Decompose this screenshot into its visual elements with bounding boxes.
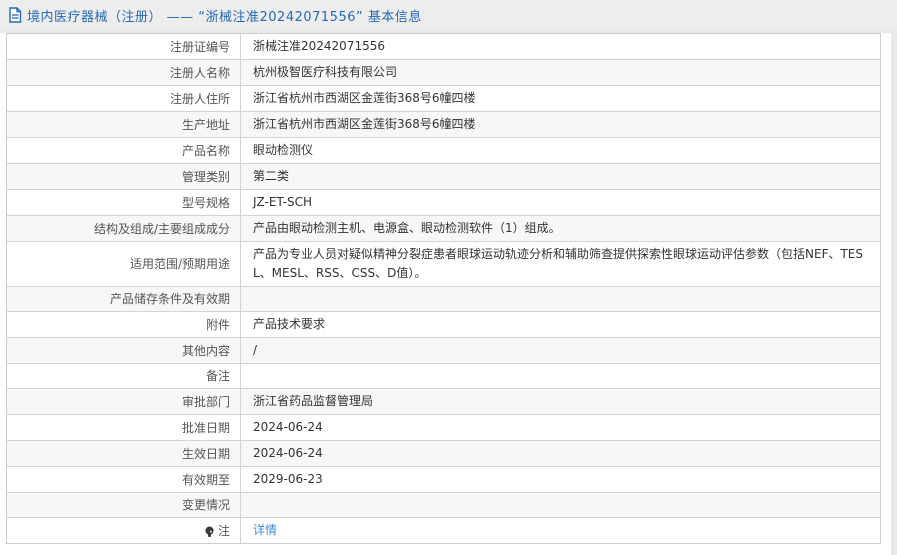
- row-label: 适用范围/预期用途: [7, 242, 241, 286]
- table-row: 适用范围/预期用途 产品为专业人员对疑似精神分裂症患者眼球运动轨迹分析和辅助筛查提…: [7, 242, 880, 287]
- table-row: 其他内容 /: [7, 338, 880, 364]
- row-label: 生效日期: [7, 441, 241, 466]
- row-label-text: 其他内容: [181, 343, 230, 358]
- row-value-text: 2024-06-24: [253, 420, 323, 434]
- row-label-text: 审批部门: [181, 394, 230, 409]
- table-row: 批准日期 2024-06-24: [7, 415, 880, 441]
- row-label: 型号规格: [7, 190, 241, 215]
- row-label: 审批部门: [7, 389, 241, 414]
- row-value-text: 第二类: [253, 169, 290, 183]
- table-row: 审批部门 浙江省药品监督管理局: [7, 389, 880, 415]
- row-label: 结构及组成/主要组成成分: [7, 216, 241, 241]
- row-label: 备注: [7, 364, 241, 388]
- row-value: 产品为专业人员对疑似精神分裂症患者眼球运动轨迹分析和辅助筛查提供探索性眼球运动评…: [241, 242, 880, 286]
- page-title: 境内医疗器械（注册） —— “浙械注准20242071556” 基本信息: [27, 9, 422, 25]
- row-label-text: 生效日期: [181, 446, 230, 461]
- table-row: 注 详情: [7, 518, 880, 543]
- row-value: 详情: [241, 518, 880, 543]
- row-label-text: 生产地址: [181, 117, 230, 132]
- row-value: 第二类: [241, 164, 880, 189]
- row-label-text: 注册证编号: [169, 39, 230, 54]
- table-row: 管理类别 第二类: [7, 164, 880, 190]
- row-label: 生产地址: [7, 112, 241, 137]
- row-value: 杭州极智医疗科技有限公司: [241, 60, 880, 85]
- row-value-text: 浙械注准20242071556: [253, 39, 385, 53]
- table-row: 产品储存条件及有效期: [7, 287, 880, 312]
- row-value: 2024-06-24: [241, 415, 880, 440]
- row-value: 浙江省药品监督管理局: [241, 389, 880, 414]
- row-value: 2024-06-24: [241, 441, 880, 466]
- row-value: 浙江省杭州市西湖区金莲街368号6幢四楼: [241, 112, 880, 137]
- bulb-icon: [204, 526, 215, 538]
- title-bar: 境内医疗器械（注册） —— “浙械注准20242071556” 基本信息: [0, 0, 897, 30]
- row-label: 其他内容: [7, 338, 241, 363]
- row-label: 附件: [7, 312, 241, 337]
- row-label: 产品名称: [7, 138, 241, 163]
- row-value-text: 杭州极智医疗科技有限公司: [253, 65, 398, 79]
- table-row: 注册人住所 浙江省杭州市西湖区金莲街368号6幢四楼: [7, 86, 880, 112]
- row-label: 有效期至: [7, 467, 241, 492]
- row-label-text: 注册人名称: [169, 65, 230, 80]
- row-value: [241, 287, 880, 311]
- row-value-text: 浙江省杭州市西湖区金莲街368号6幢四楼: [253, 91, 476, 105]
- table-row: 有效期至 2029-06-23: [7, 467, 880, 493]
- row-value: JZ-ET-SCH: [241, 190, 880, 215]
- table-row: 产品名称 眼动检测仪: [7, 138, 880, 164]
- row-label: 产品储存条件及有效期: [7, 287, 241, 311]
- row-label: 注册人名称: [7, 60, 241, 85]
- row-value-text: JZ-ET-SCH: [253, 195, 313, 209]
- row-value: 产品由眼动检测主机、电源盒、眼动检测软件（1）组成。: [241, 216, 880, 241]
- row-label-text: 注册人住所: [169, 91, 230, 106]
- detail-link[interactable]: 详情: [253, 521, 277, 540]
- table-row: 注册证编号 浙械注准20242071556: [7, 34, 880, 60]
- row-value-text: 2024-06-24: [253, 446, 323, 460]
- row-value-text: 产品技术要求: [253, 317, 326, 331]
- row-label-text: 注: [217, 523, 230, 538]
- table-row: 生效日期 2024-06-24: [7, 441, 880, 467]
- info-table: 注册证编号 浙械注准20242071556 注册人名称 杭州极智医疗科技有限公司 注册人…: [6, 33, 881, 544]
- row-value-text: 2029-06-23: [253, 472, 323, 486]
- table-row: 结构及组成/主要组成成分 产品由眼动检测主机、电源盒、眼动检测软件（1）组成。: [7, 216, 880, 242]
- row-label: 注册人住所: [7, 86, 241, 111]
- document-icon: [8, 7, 22, 23]
- row-value: 产品技术要求: [241, 312, 880, 337]
- row-value: 2029-06-23: [241, 467, 880, 492]
- row-label-text: 产品名称: [181, 143, 230, 158]
- row-label-text: 批准日期: [181, 420, 230, 435]
- row-label-text: 变更情况: [181, 498, 230, 512]
- table-row: 生产地址 浙江省杭州市西湖区金莲街368号6幢四楼: [7, 112, 880, 138]
- row-label-text: 适用范围/预期用途: [129, 257, 230, 271]
- table-row: 附件 产品技术要求: [7, 312, 880, 338]
- row-value: [241, 364, 880, 388]
- table-row: 型号规格 JZ-ET-SCH: [7, 190, 880, 216]
- row-value-text: 眼动检测仪: [253, 143, 314, 157]
- row-value-text: 产品由眼动检测主机、电源盒、眼动检测软件（1）组成。: [253, 221, 561, 235]
- row-value-text: 浙江省杭州市西湖区金莲街368号6幢四楼: [253, 117, 476, 131]
- row-label: 注册证编号: [7, 34, 241, 59]
- row-value-text: 浙江省药品监督管理局: [253, 394, 374, 408]
- row-value-text: /: [253, 343, 258, 357]
- row-label-text: 备注: [205, 369, 230, 383]
- table-row: 注册人名称 杭州极智医疗科技有限公司: [7, 60, 880, 86]
- row-label-text: 型号规格: [181, 195, 230, 210]
- row-label-text: 附件: [205, 317, 230, 332]
- row-label: 管理类别: [7, 164, 241, 189]
- row-label: 注: [7, 518, 241, 543]
- row-label-text: 产品储存条件及有效期: [109, 292, 230, 306]
- row-label: 变更情况: [7, 493, 241, 517]
- row-label-text: 管理类别: [181, 169, 230, 184]
- table-row: 变更情况: [7, 493, 880, 518]
- row-value: [241, 493, 880, 517]
- row-label-text: 结构及组成/主要组成成分: [93, 221, 230, 236]
- content-area: 注册证编号 浙械注准20242071556 注册人名称 杭州极智医疗科技有限公司 注册人…: [0, 33, 891, 555]
- row-value: 浙械注准20242071556: [241, 34, 880, 59]
- row-value: 眼动检测仪: [241, 138, 880, 163]
- row-value: 浙江省杭州市西湖区金莲街368号6幢四楼: [241, 86, 880, 111]
- row-label-text: 有效期至: [181, 472, 230, 487]
- row-value: /: [241, 338, 880, 363]
- row-label: 批准日期: [7, 415, 241, 440]
- row-value-text: 产品为专业人员对疑似精神分裂症患者眼球运动轨迹分析和辅助筛查提供探索性眼球运动评…: [253, 247, 863, 280]
- table-row: 备注: [7, 364, 880, 389]
